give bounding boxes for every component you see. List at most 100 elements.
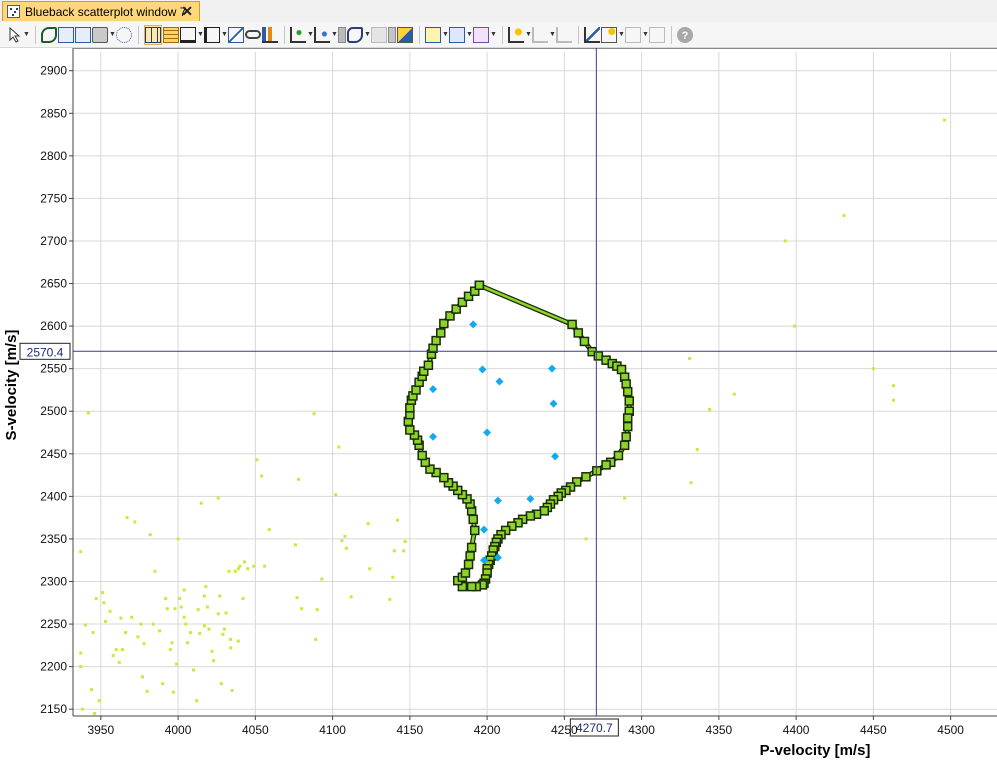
polygon-vertex[interactable]	[601, 460, 611, 470]
polygon-vertex[interactable]	[423, 360, 434, 371]
dropdown-arrow-icon[interactable]: ▼	[23, 31, 30, 38]
dropdown-arrow-icon[interactable]: ▼	[642, 31, 649, 38]
polygon-vertex[interactable]	[474, 280, 485, 291]
dropdown-arrow-icon[interactable]: ▼	[442, 31, 449, 38]
scatter-button[interactable]: ▼	[290, 25, 314, 45]
dropdown-arrow-icon[interactable]: ▼	[221, 31, 228, 38]
data-point	[224, 611, 228, 615]
camera-button[interactable]: ▼	[92, 25, 116, 45]
polygon-vertex[interactable]	[525, 511, 536, 521]
selected-point	[549, 399, 558, 408]
polygon-vertex[interactable]	[411, 385, 421, 395]
dropdown-arrow-icon[interactable]: ▼	[466, 31, 473, 38]
bar-alt-button[interactable]	[388, 25, 396, 45]
help-button[interactable]: ?	[677, 25, 693, 45]
data-point	[79, 665, 83, 669]
dropdown-arrow-icon[interactable]: ▼	[364, 31, 371, 38]
scatterplot[interactable]: 2570.4 4270.7 3950 4000 4050 4100 4150 4200 425…	[0, 48, 997, 764]
fit-button[interactable]	[228, 25, 244, 45]
polygon-vertex[interactable]	[616, 364, 627, 375]
dropdown-arrow-icon[interactable]: ▼	[197, 31, 204, 38]
polygon-vertex[interactable]	[469, 525, 480, 536]
data-point	[219, 682, 223, 686]
data-point	[312, 412, 316, 416]
dropdown-arrow-icon[interactable]: ▼	[331, 31, 338, 38]
data-point	[188, 631, 192, 635]
dropdown-arrow-icon[interactable]: ▼	[618, 31, 625, 38]
polygon-vertex[interactable]	[439, 318, 449, 329]
plot-disabled-button[interactable]: ▼	[625, 25, 649, 45]
polygon-vertex[interactable]	[621, 432, 631, 442]
import-button[interactable]: ▼	[449, 25, 473, 45]
settings-button[interactable]: ▼	[473, 25, 497, 45]
window-copy-button[interactable]	[58, 25, 74, 45]
table-button[interactable]	[163, 25, 179, 45]
polygon-vertex[interactable]	[621, 379, 631, 389]
curve-disabled-button[interactable]: ▼	[532, 25, 556, 45]
polygon-vertex[interactable]	[417, 450, 427, 461]
network-button[interactable]	[116, 25, 132, 45]
disabled-button[interactable]	[371, 25, 387, 45]
x-tick-label: 4250	[551, 723, 578, 737]
chart-paint-button[interactable]	[397, 25, 413, 45]
data-point	[368, 567, 372, 571]
close-tab-icon[interactable]: ✕	[181, 3, 193, 20]
polygon-vertex[interactable]	[466, 542, 477, 553]
polygon-vertex[interactable]	[439, 472, 449, 483]
polygon-vertex[interactable]	[567, 319, 577, 330]
dropdown-arrow-icon[interactable]: ▼	[109, 31, 116, 38]
bar-button[interactable]	[338, 25, 346, 45]
polygon-vertex[interactable]	[622, 421, 633, 432]
spark-button[interactable]: ▼	[508, 25, 532, 45]
polygon-vertex[interactable]	[581, 472, 591, 482]
polygon-vertex[interactable]	[435, 328, 446, 338]
x-tick-label: 4300	[628, 723, 655, 737]
polygon-vertex[interactable]	[593, 351, 604, 361]
frame-button[interactable]: ▼	[180, 25, 204, 45]
polygon-vertex[interactable]	[579, 336, 590, 347]
polygon-vertex[interactable]	[622, 386, 633, 397]
polygon-vertex[interactable]	[431, 335, 441, 346]
polygon-vertex[interactable]	[465, 551, 475, 561]
polygon-vertex[interactable]	[622, 413, 633, 423]
frame-alt-button[interactable]: ▼	[204, 25, 228, 45]
polygon-vertex[interactable]	[624, 396, 635, 406]
scatter-dots-button[interactable]: ▼	[314, 25, 338, 45]
polygon-vertex[interactable]	[466, 581, 477, 592]
dropdown-arrow-icon[interactable]: ▼	[490, 31, 497, 38]
x-tick-label: 4100	[319, 723, 346, 737]
window-paste-button[interactable]	[75, 25, 91, 45]
tab-scatterplot-window[interactable]: Blueback scatterplot window 7 ✕	[2, 1, 200, 21]
trend-button[interactable]	[584, 25, 600, 45]
curve-disabled-2-button[interactable]	[556, 25, 572, 45]
polygon-vertex[interactable]	[613, 450, 624, 461]
polygon-select-button[interactable]: ▼	[347, 25, 371, 45]
polygon-vertex[interactable]	[619, 440, 630, 451]
histogram-button[interactable]	[262, 25, 278, 45]
link-button[interactable]	[245, 25, 261, 45]
grid-button[interactable]	[144, 24, 162, 45]
data-point	[623, 496, 627, 500]
polygon-vertex[interactable]	[460, 568, 471, 578]
polygon-vertex[interactable]	[405, 403, 415, 413]
selection-polygon[interactable]	[403, 280, 635, 592]
polygon-vertex[interactable]	[573, 328, 584, 338]
data-point	[164, 597, 168, 601]
export-button[interactable]: ▼	[425, 25, 449, 45]
polygon-vertex[interactable]	[539, 506, 550, 516]
polygon-vertex[interactable]	[463, 559, 474, 570]
polygon-vertex[interactable]	[405, 425, 415, 435]
select-arrow-button[interactable]: ▼	[6, 25, 30, 45]
dropdown-arrow-icon[interactable]: ▼	[525, 31, 532, 38]
dropdown-arrow-icon[interactable]: ▼	[549, 31, 556, 38]
data-point	[252, 564, 256, 568]
eye-button[interactable]	[41, 25, 57, 45]
x-tick-label: 4350	[706, 723, 733, 737]
dropdown-arrow-icon[interactable]: ▼	[307, 31, 314, 38]
data-point	[222, 627, 226, 631]
polygon-vertex[interactable]	[468, 514, 478, 525]
new-plot-button[interactable]: ▼	[601, 25, 625, 45]
plot-disabled-2-button[interactable]	[649, 25, 665, 45]
data-point	[218, 594, 222, 598]
data-point	[185, 641, 189, 645]
